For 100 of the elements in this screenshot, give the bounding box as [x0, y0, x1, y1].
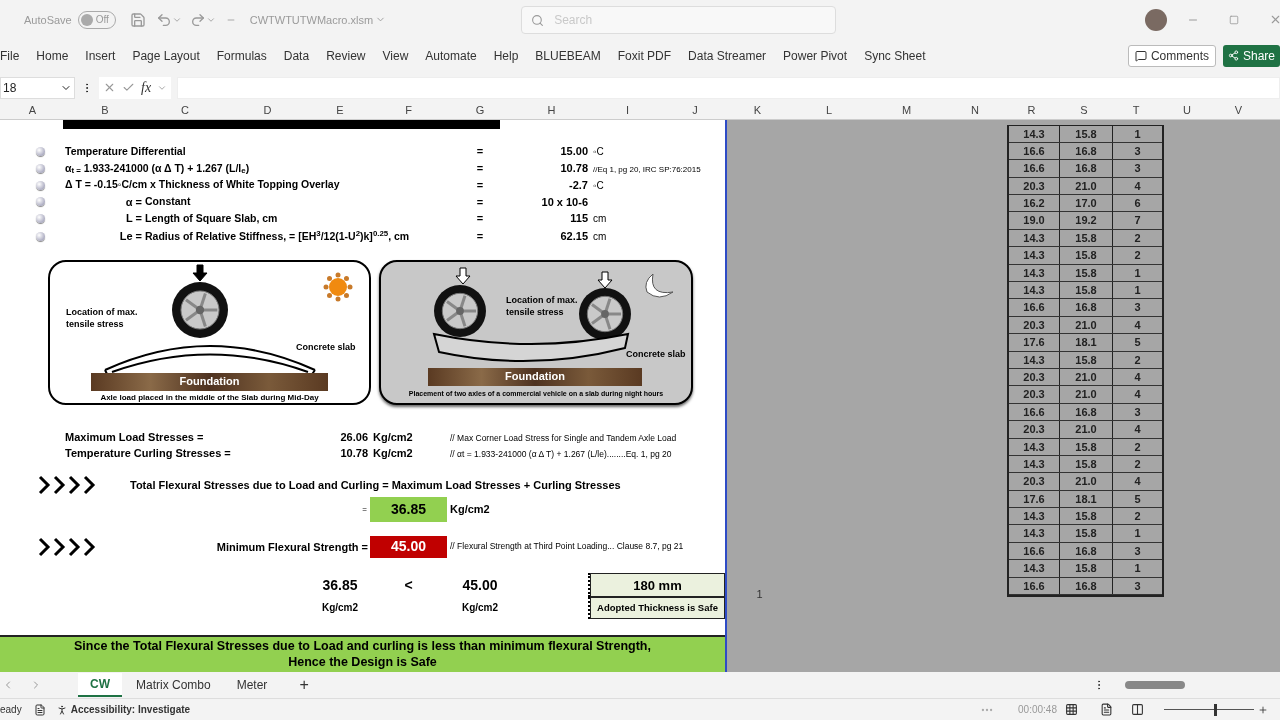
add-sheet-button[interactable]: +: [299, 673, 309, 698]
column-header[interactable]: T: [1110, 101, 1162, 119]
table-cell: 17.0: [1060, 195, 1113, 212]
stress-location-label: Location of max. tensile stress: [66, 305, 138, 330]
table-cell: 14.3: [1009, 508, 1060, 525]
table-cell: 16.6: [1009, 299, 1060, 316]
column-header[interactable]: V: [1212, 101, 1265, 119]
column-header[interactable]: G: [447, 101, 513, 119]
ribbon-tab[interactable]: Page Layout: [132, 46, 200, 65]
redo-icon[interactable]: [189, 11, 206, 28]
table-cell-text: 2: [1133, 439, 1142, 455]
ribbon-tab[interactable]: BLUEBEAM: [535, 46, 601, 65]
table-cell: 21.0: [1060, 177, 1113, 195]
column-header[interactable]: S: [1058, 101, 1110, 119]
table-cell: 16.6: [1009, 142, 1060, 160]
ribbon-tab[interactable]: Sync Sheet: [864, 46, 926, 65]
avatar[interactable]: [1145, 8, 1167, 31]
function-button[interactable]: fx: [141, 77, 152, 99]
column-header[interactable]: C: [145, 101, 225, 119]
table-cell-text: 3: [1133, 143, 1142, 159]
unit-cell: cm: [593, 231, 607, 243]
table-cell-text: 2: [1133, 352, 1142, 368]
accessibility-status[interactable]: Accessibility: Investigate: [70, 702, 191, 718]
column-header[interactable]: D: [225, 101, 310, 119]
table-cell-text: 4: [1133, 178, 1142, 194]
column-header[interactable]: A: [0, 101, 65, 119]
zoom-slider-thumb[interactable]: [1214, 703, 1218, 716]
table-cell: 21.0: [1060, 316, 1113, 334]
table-cell-text: 5: [1133, 335, 1142, 351]
thickness-cell: 180 mm: [590, 573, 725, 598]
ribbon-tab[interactable]: Power Pivot: [783, 46, 848, 65]
column-header[interactable]: L: [790, 101, 868, 119]
ribbon-tab[interactable]: Formulas: [216, 46, 267, 65]
table-cell-text: 2: [1133, 230, 1142, 246]
arrow-icon: [597, 271, 613, 289]
column-header[interactable]: M: [868, 101, 945, 119]
column-header[interactable]: E: [310, 101, 370, 119]
ribbon-tab[interactable]: Data: [283, 46, 310, 65]
undo-icon[interactable]: [155, 11, 172, 28]
column-header[interactable]: R: [1005, 101, 1058, 119]
parameter-label: Δ T = -0.15◦C/cm x Thickness of White Topping Overlay: [65, 178, 340, 191]
sheet-tab[interactable]: Matrix Combo: [124, 673, 223, 698]
horizontal-scrollbar[interactable]: [1125, 681, 1185, 690]
sheet-tab[interactable]: Meter: [224, 673, 280, 698]
ribbon-tab[interactable]: Home: [36, 46, 69, 65]
chevrons-icon: [37, 475, 97, 496]
page-break-icon[interactable]: [1131, 703, 1144, 717]
normal-view-icon[interactable]: [1065, 703, 1078, 717]
column-header[interactable]: K: [725, 101, 790, 119]
table-cell: 14.3: [1009, 351, 1060, 369]
equals-sign: =: [476, 145, 484, 158]
table-cell: 20.3: [1009, 368, 1060, 386]
equals-sign: =: [476, 162, 484, 175]
table-cell-text: 4: [1133, 317, 1142, 333]
table-cell: 15.8: [1060, 438, 1113, 456]
table-cell: 20.3: [1009, 421, 1060, 438]
unit-cell: Kg/cm2: [461, 602, 499, 614]
table-cell: 15.8: [1060, 247, 1113, 264]
table-cell-text: 1: [1133, 526, 1142, 542]
column-header[interactable]: N: [945, 101, 1005, 119]
column-header[interactable]: F: [370, 101, 447, 119]
column-header[interactable]: B: [65, 101, 145, 119]
ribbon-tab[interactable]: Help: [493, 46, 519, 65]
value-cell: -2.7: [569, 178, 588, 191]
total-stress-cell: 36.85: [370, 497, 447, 523]
column-header[interactable]: U: [1162, 101, 1212, 119]
table-cell: 15.8: [1060, 264, 1113, 282]
table-cell: 19.0: [1009, 212, 1060, 229]
sheet-tab[interactable]: CW: [78, 673, 122, 698]
comments-button[interactable]: Comments: [1127, 44, 1216, 67]
column-header[interactable]: H: [513, 101, 590, 119]
table-cell: 15.8: [1060, 560, 1113, 577]
ribbon-tab[interactable]: Automate: [425, 46, 477, 65]
table-cell-text: 3: [1133, 578, 1142, 594]
column-header[interactable]: I: [590, 101, 665, 119]
table-cell: 15.8: [1060, 508, 1113, 525]
ribbon-tab[interactable]: View: [382, 46, 409, 65]
ribbon-tab[interactable]: Data Streamer: [688, 46, 767, 65]
foundation-block: Foundation: [428, 367, 642, 386]
zoom-in-icon[interactable]: [1258, 704, 1268, 715]
table-cell: 16.8: [1060, 160, 1113, 177]
ribbon-tab[interactable]: Foxit PDF: [617, 46, 672, 65]
symbol-cell: L =: [126, 212, 142, 225]
page-layout-icon[interactable]: [1100, 703, 1113, 717]
ribbon-tab[interactable]: Review: [326, 46, 366, 65]
share-button[interactable]: Share: [1222, 44, 1280, 67]
macro-record-icon[interactable]: [33, 703, 46, 716]
stress-label: Maximum Load Stresses =: [65, 430, 204, 443]
table-cell: 20.3: [1009, 316, 1060, 334]
table-cell-text: 4: [1133, 422, 1142, 438]
bullet-icon: [36, 214, 45, 224]
name-box[interactable]: 18: [0, 76, 75, 99]
column-header[interactable]: J: [665, 101, 725, 119]
share-icon: [1227, 50, 1239, 62]
save-icon[interactable]: [129, 11, 146, 28]
value-cell: 26.06: [340, 430, 368, 443]
ribbon-tab[interactable]: Insert: [85, 46, 116, 65]
ribbon-tab[interactable]: File: [0, 46, 20, 65]
table-cell-text: 3: [1133, 161, 1142, 177]
restore-icon[interactable]: [1229, 14, 1239, 25]
